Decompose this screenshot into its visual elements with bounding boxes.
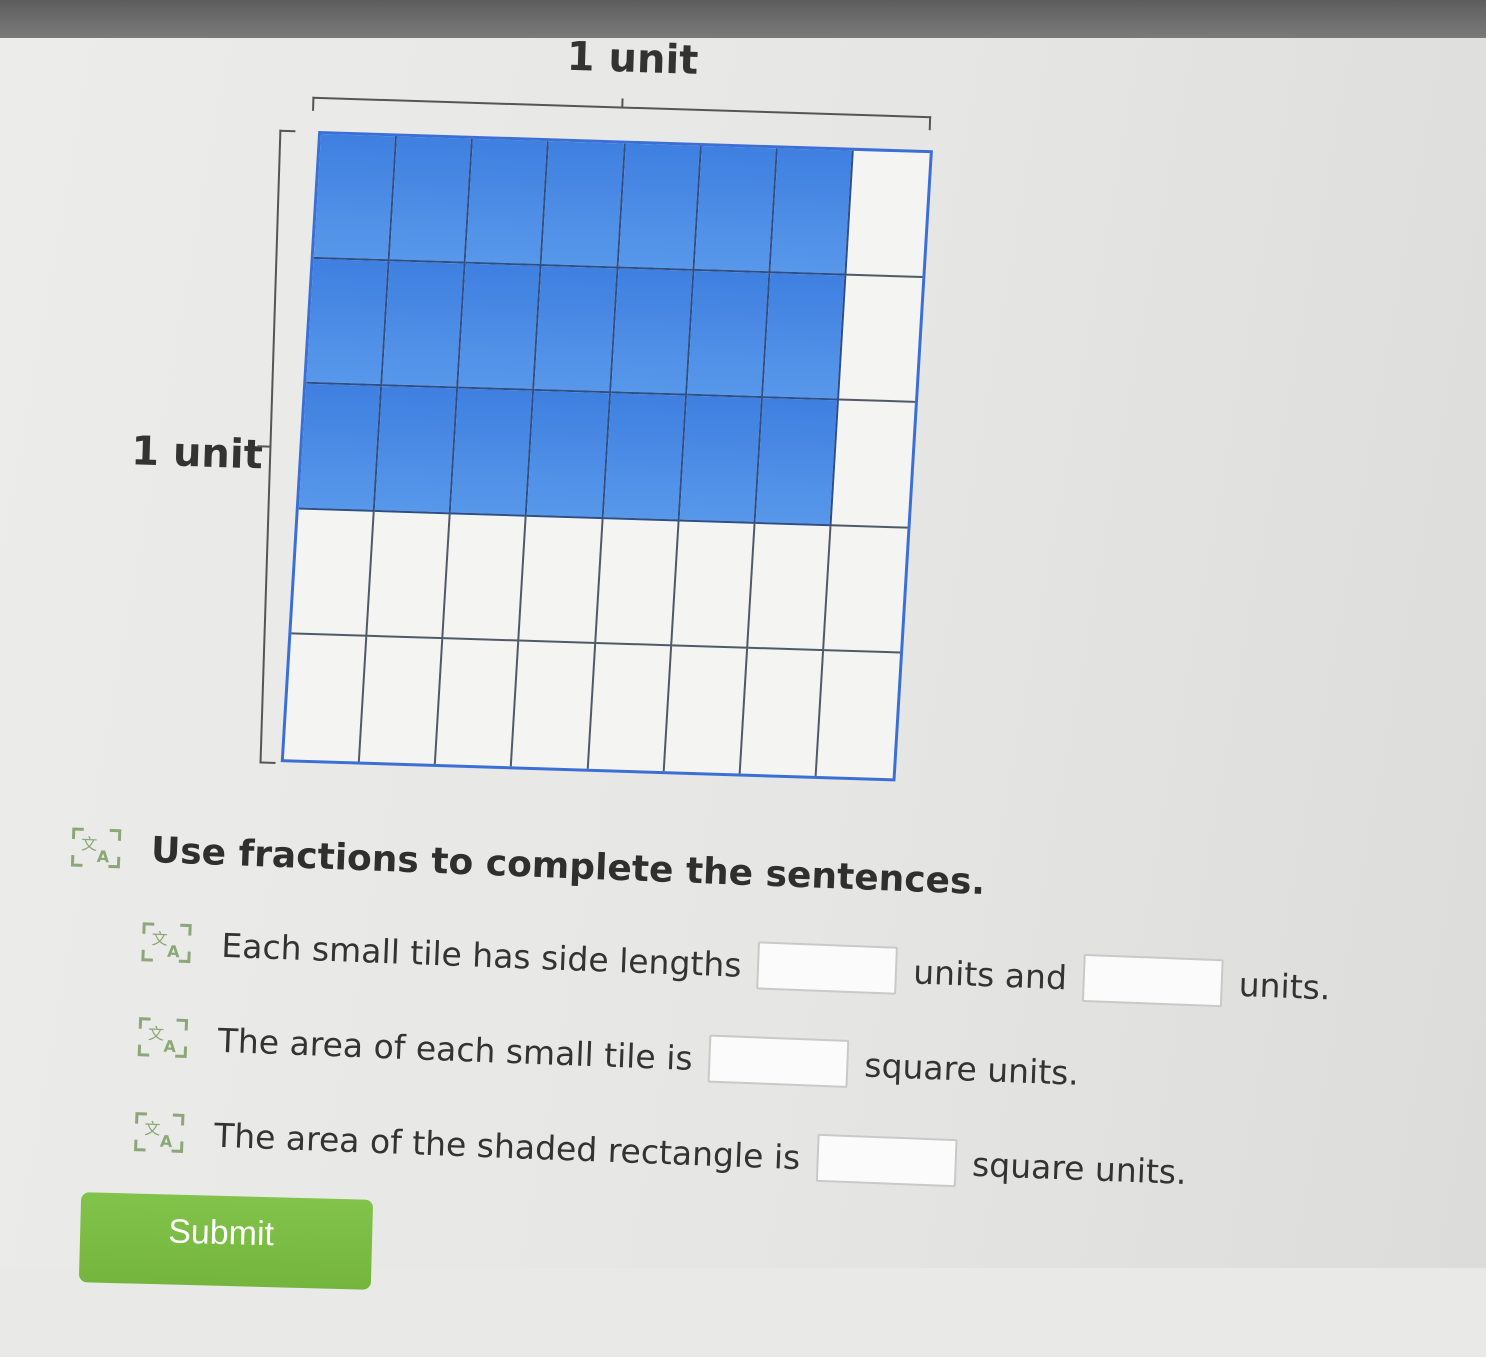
svg-text:A: A (163, 1037, 177, 1056)
sentence1-text-part2: units and (912, 951, 1068, 997)
sentence2-text-part2: square units. (863, 1045, 1080, 1093)
question-page: 1 unit 1 unit 文 A Use fractions to compl… (0, 34, 1486, 1290)
sentence-shaded-area: 文 A The area of the shaded rectangle is … (129, 1107, 1187, 1196)
side-length-1-input[interactable] (756, 941, 899, 995)
sentence2-text-part1: The area of each small tile is (217, 1020, 694, 1078)
svg-text:文: 文 (144, 1119, 161, 1139)
svg-text:A: A (160, 1132, 174, 1151)
sentence-tile-area: 文 A The area of each small tile is squar… (133, 1013, 1080, 1097)
sentence-side-lengths: 文 A Each small tile has side lengths uni… (137, 918, 1332, 1012)
side-length-2-input[interactable] (1082, 953, 1224, 1008)
audio-translate-icon[interactable]: 文 A (137, 920, 197, 966)
audio-translate-icon[interactable]: 文 A (133, 1015, 193, 1061)
question-prompt: Use fractions to complete the sentences. (150, 829, 986, 903)
shaded-area-input[interactable] (815, 1133, 958, 1188)
svg-text:A: A (167, 942, 181, 961)
prompt-row: 文 A Use fractions to complete the senten… (66, 825, 986, 904)
sentence3-text-part1: The area of the shaded rectangle is (213, 1115, 802, 1177)
svg-text:文: 文 (151, 929, 168, 949)
svg-text:文: 文 (81, 834, 98, 854)
sentence1-text-part3: units. (1238, 964, 1332, 1007)
submit-button[interactable]: Submit (78, 1192, 374, 1290)
sentence1-text-part1: Each small tile has side lengths (220, 925, 743, 985)
svg-text:文: 文 (148, 1024, 165, 1044)
tile-area-input[interactable] (707, 1034, 850, 1088)
question-area: 文 A Use fractions to complete the senten… (0, 33, 1486, 1357)
audio-translate-icon[interactable]: 文 A (129, 1109, 189, 1155)
svg-text:A: A (96, 847, 110, 866)
sentence3-text-part2: square units. (971, 1144, 1188, 1192)
audio-translate-icon[interactable]: 文 A (66, 825, 126, 871)
